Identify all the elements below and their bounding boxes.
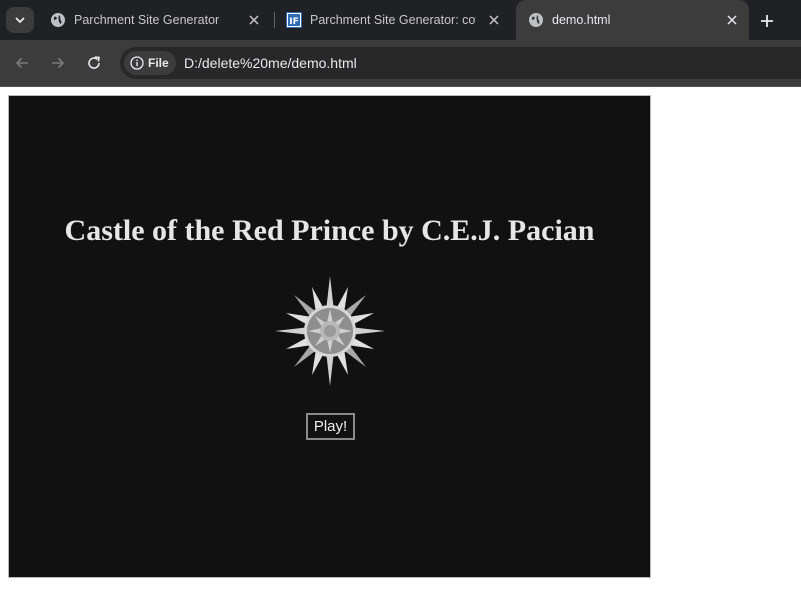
game-frame: Castle of the Red Prince by C.E.J. Pacia… bbox=[8, 95, 651, 578]
page-title: Castle of the Red Prince by C.E.J. Pacia… bbox=[64, 214, 595, 247]
arrow-right-icon bbox=[52, 57, 65, 69]
new-tab-button[interactable] bbox=[756, 10, 778, 32]
tab-title: Parchment Site Generator: cove bbox=[310, 13, 476, 27]
globe-icon bbox=[51, 13, 65, 27]
toolbar-divider bbox=[0, 86, 801, 87]
tab-parchment-site-generator-cover[interactable]: IF Parchment Site Generator: cove bbox=[274, 0, 512, 40]
file-label: File bbox=[148, 56, 169, 70]
arrow-left-icon bbox=[15, 57, 28, 69]
tab-demo-html[interactable]: demo.html bbox=[516, 0, 749, 40]
close-icon[interactable] bbox=[246, 12, 262, 28]
forward-button[interactable] bbox=[46, 51, 70, 75]
chevron-down-icon bbox=[15, 17, 25, 23]
close-icon[interactable] bbox=[486, 12, 502, 28]
tab-title: demo.html bbox=[552, 13, 611, 27]
globe-icon bbox=[529, 13, 543, 27]
tab-title: Parchment Site Generator bbox=[74, 13, 220, 27]
play-button[interactable]: Play! bbox=[306, 413, 355, 440]
if-logo-icon: IF bbox=[286, 12, 302, 28]
plus-icon bbox=[761, 15, 773, 27]
tab-parchment-site-generator[interactable]: Parchment Site Generator bbox=[38, 0, 270, 40]
reload-icon bbox=[88, 56, 100, 69]
back-button[interactable] bbox=[10, 51, 34, 75]
close-icon[interactable] bbox=[724, 12, 740, 28]
site-info-chip[interactable]: File bbox=[124, 51, 176, 75]
tab-search-button[interactable] bbox=[6, 7, 34, 33]
url-text[interactable]: D:/delete%20me/demo.html bbox=[184, 55, 357, 71]
reload-button[interactable] bbox=[82, 51, 106, 75]
info-icon bbox=[130, 56, 144, 70]
svg-text:IF: IF bbox=[289, 17, 299, 27]
compass-rose-icon bbox=[275, 276, 385, 386]
tab-strip: Parchment Site Generator IF Parchment Si… bbox=[0, 0, 801, 40]
